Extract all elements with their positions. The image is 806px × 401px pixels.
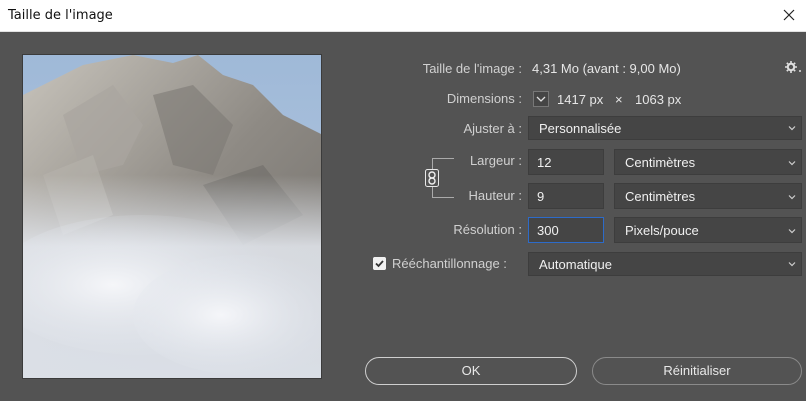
dimensions-height: 1063 px — [635, 92, 682, 107]
resample-label: Rééchantillonnage : — [392, 256, 507, 271]
resample-select[interactable]: Automatique — [528, 252, 802, 276]
dimensions-dropdown-icon[interactable] — [533, 91, 549, 107]
width-unit-select[interactable]: Centimètres — [614, 149, 802, 175]
width-unit-value: Centimètres — [625, 155, 696, 170]
close-icon[interactable] — [778, 4, 800, 26]
height-label: Hauteur : — [468, 188, 522, 203]
dimensions-width: 1417 px — [557, 92, 604, 107]
size-value: 4,31 Mo (avant : 9,00 Mo) — [532, 61, 681, 76]
gear-icon[interactable] — [784, 60, 802, 74]
resolution-unit-select[interactable]: Pixels/pouce — [614, 217, 802, 243]
chain-link-icon[interactable] — [425, 169, 439, 187]
chevron-down-icon — [788, 161, 796, 166]
height-unit-value: Centimètres — [625, 189, 696, 204]
reset-button[interactable]: Réinitialiser — [592, 357, 802, 385]
resample-checkbox[interactable] — [373, 257, 386, 270]
dimensions-times: × — [615, 92, 623, 107]
height-unit-select[interactable]: Centimètres — [614, 183, 802, 209]
window-title: Taille de l'image — [8, 8, 113, 23]
resample-select-value: Automatique — [539, 257, 612, 272]
fit-label: Ajuster à : — [463, 121, 522, 136]
size-label: Taille de l'image : — [422, 61, 522, 76]
dimensions-label: Dimensions : — [446, 91, 522, 106]
resolution-unit-value: Pixels/pouce — [625, 223, 699, 238]
chevron-down-icon — [788, 262, 796, 267]
chevron-down-icon — [788, 229, 796, 234]
ok-button[interactable]: OK — [365, 357, 577, 385]
title-bar: Taille de l'image — [0, 0, 806, 32]
resolution-input[interactable] — [528, 217, 604, 243]
image-preview — [22, 54, 322, 379]
resolution-label: Résolution : — [453, 222, 522, 237]
width-label: Largeur : — [469, 153, 522, 168]
width-input[interactable] — [528, 149, 604, 175]
chevron-down-icon — [788, 126, 796, 131]
chevron-down-icon — [788, 195, 796, 200]
fit-select-value: Personnalisée — [539, 121, 622, 136]
fit-select[interactable]: Personnalisée — [528, 116, 802, 140]
height-input[interactable] — [528, 183, 604, 209]
